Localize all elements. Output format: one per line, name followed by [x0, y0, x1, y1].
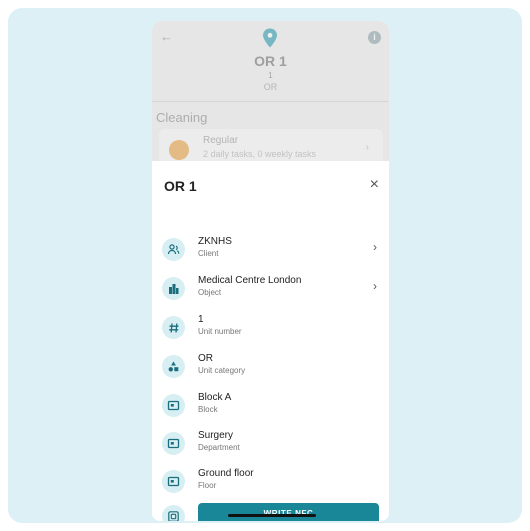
sheet-title: OR 1 [164, 178, 197, 194]
home-indicator [228, 514, 316, 517]
row-block: Block A Block [152, 389, 389, 419]
chevron-right-icon: › [373, 240, 377, 254]
nfc-icon [162, 505, 185, 521]
client-value: ZKNHS [198, 236, 232, 247]
object-value: Medical Centre London [198, 275, 302, 286]
block-icon [162, 394, 185, 417]
close-icon[interactable]: × [370, 177, 379, 193]
row-floor: Ground floor Floor [152, 465, 389, 495]
row-unit-category: OR Unit category [152, 350, 389, 380]
block-label: Block [198, 405, 218, 414]
unit-category-value: OR [198, 353, 213, 364]
floor-label: Floor [198, 481, 217, 490]
unit-number-label: Unit number [198, 327, 242, 336]
row-department: Surgery Department [152, 427, 389, 457]
dim-overlay [152, 21, 389, 161]
phone-screen: ← i OR 1 1 OR Cleaning Regular 2 daily t… [152, 21, 389, 521]
block-icon [162, 470, 185, 493]
floor-value: Ground floor [198, 468, 254, 479]
row-client[interactable]: ZKNHS Client › [152, 233, 389, 263]
department-label: Department [198, 443, 240, 452]
block-value: Block A [198, 392, 232, 403]
block-icon [162, 432, 185, 455]
department-value: Surgery [198, 430, 234, 441]
building-icon [162, 277, 185, 300]
unit-category-label: Unit category [198, 366, 246, 375]
background-page: ← i OR 1 1 OR Cleaning Regular 2 daily t… [152, 21, 389, 169]
details-sheet: OR 1 × ZKNHS Client › Medical Centre Lon… [152, 161, 389, 521]
hash-icon [162, 316, 185, 339]
row-unit-number: 1 Unit number [152, 311, 389, 341]
write-nfc-button[interactable]: WRITE NFC [198, 503, 379, 521]
row-object[interactable]: Medical Centre London Object › [152, 272, 389, 302]
object-label: Object [198, 288, 222, 297]
people-icon [162, 238, 185, 261]
shapes-icon [162, 355, 185, 378]
unit-number-value: 1 [198, 314, 204, 325]
client-label: Client [198, 249, 219, 258]
chevron-right-icon: › [373, 279, 377, 293]
